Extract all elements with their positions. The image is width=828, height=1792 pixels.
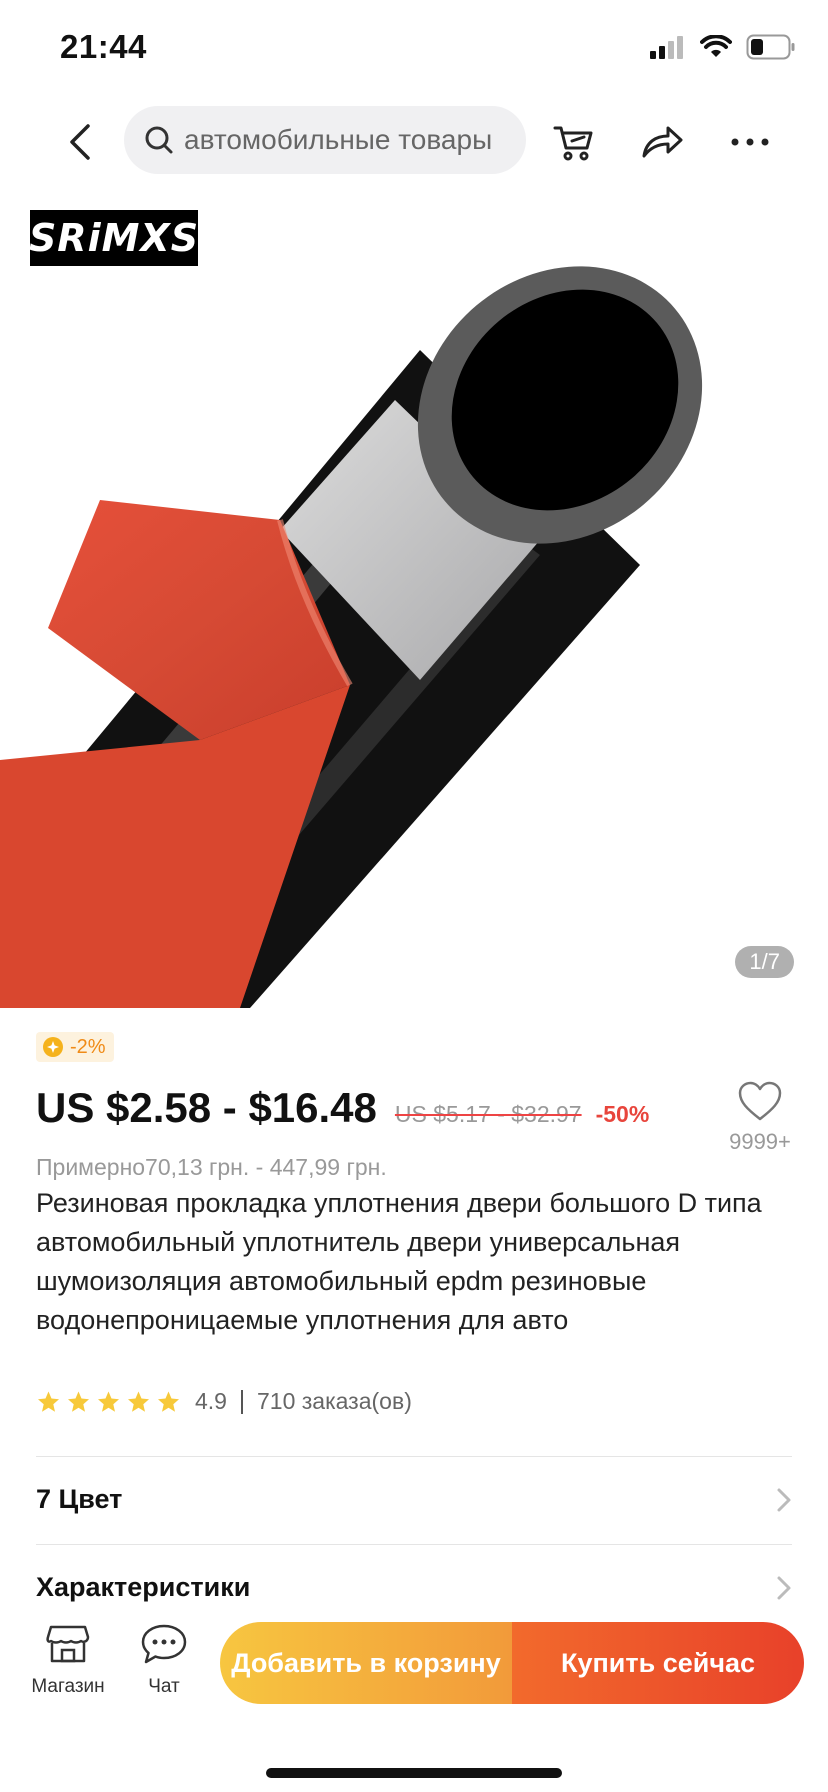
wishlist-button[interactable]: 9999+ bbox=[724, 1080, 796, 1155]
chat-icon bbox=[141, 1624, 187, 1664]
star-icon bbox=[98, 1391, 119, 1412]
star-icon bbox=[38, 1391, 59, 1412]
home-indicator[interactable] bbox=[266, 1768, 562, 1778]
orders-count: 710 заказа(ов) bbox=[256, 1388, 412, 1414]
store-icon bbox=[46, 1625, 90, 1663]
star-icon bbox=[158, 1391, 179, 1412]
price-row: US $2.58 - $16.48 US $5.17 - $32.97 -50% bbox=[36, 1084, 649, 1132]
battery-icon bbox=[746, 34, 796, 65]
heart-icon bbox=[738, 1081, 782, 1121]
rating-value: 4.9 bbox=[195, 1388, 227, 1414]
product-image-gallery[interactable]: SRiMXS 1/7 bbox=[0, 200, 828, 1008]
wifi-icon bbox=[700, 33, 732, 64]
discount-percent: -50% bbox=[595, 1101, 650, 1127]
product-info: -2% US $2.58 - $16.48 US $5.17 - $32.97 … bbox=[36, 1032, 792, 1335]
star-icon bbox=[128, 1391, 149, 1412]
cellular-signal-icon bbox=[650, 35, 686, 64]
star-icon bbox=[68, 1391, 89, 1412]
buy-now-button[interactable]: Купить сейчас bbox=[512, 1622, 804, 1704]
rating-row[interactable]: 4.9 710 заказа(ов) bbox=[36, 1388, 412, 1415]
store-tab[interactable]: Магазин bbox=[18, 1618, 118, 1698]
search-icon bbox=[145, 126, 173, 154]
cart-button[interactable] bbox=[544, 112, 604, 172]
chevron-right-icon bbox=[777, 1488, 791, 1511]
share-icon bbox=[642, 126, 683, 158]
search-input[interactable]: автомобильные товары bbox=[124, 106, 526, 174]
status-time: 21:44 bbox=[60, 28, 147, 65]
coin-icon bbox=[43, 1037, 63, 1057]
status-indicators bbox=[650, 33, 796, 65]
bottom-action-bar: Магазин Чат Добавить в корзину Купить се… bbox=[0, 1604, 828, 1792]
rating-stars bbox=[36, 1390, 181, 1414]
chat-tab[interactable]: Чат bbox=[114, 1618, 214, 1698]
chevron-right-icon bbox=[777, 1576, 791, 1599]
product-title: Резиновая прокладка уплотнения двери бол… bbox=[36, 1188, 762, 1335]
wishlist-count: 9999+ bbox=[729, 1129, 791, 1154]
more-icon bbox=[731, 138, 769, 146]
discount-badge-text: -2% bbox=[70, 1035, 106, 1058]
brand-logo-text: SRiMXS bbox=[28, 216, 200, 260]
product-photo bbox=[0, 266, 703, 1008]
top-nav-bar: автомобильные товары bbox=[0, 100, 828, 184]
add-to-cart-button[interactable]: Добавить в корзину bbox=[220, 1622, 512, 1704]
coin-discount-badge: -2% bbox=[36, 1032, 114, 1062]
brand-logo: SRiMXS bbox=[28, 210, 200, 266]
chat-tab-label: Чат bbox=[148, 1676, 180, 1697]
price: US $2.58 - $16.48 bbox=[36, 1084, 377, 1131]
more-button[interactable] bbox=[720, 112, 780, 172]
color-option-row[interactable]: 7 Цвет bbox=[36, 1456, 792, 1542]
approx-price: Примерно70,13 грн. - 447,99 грн. bbox=[36, 1154, 387, 1180]
back-icon bbox=[70, 124, 90, 160]
specifications-label: Характеристики bbox=[36, 1572, 251, 1602]
cart-icon bbox=[553, 126, 593, 161]
old-price: US $5.17 - $32.97 bbox=[394, 1101, 582, 1127]
search-query-text: автомобильные товары bbox=[184, 124, 493, 155]
back-button[interactable] bbox=[52, 114, 108, 170]
share-button[interactable] bbox=[632, 112, 692, 172]
image-counter: 1/7 bbox=[735, 946, 794, 978]
rating-divider bbox=[240, 1389, 243, 1414]
status-bar: 21:44 bbox=[0, 0, 828, 92]
store-tab-label: Магазин bbox=[31, 1676, 105, 1697]
color-option-label: 7 Цвет bbox=[36, 1484, 123, 1514]
